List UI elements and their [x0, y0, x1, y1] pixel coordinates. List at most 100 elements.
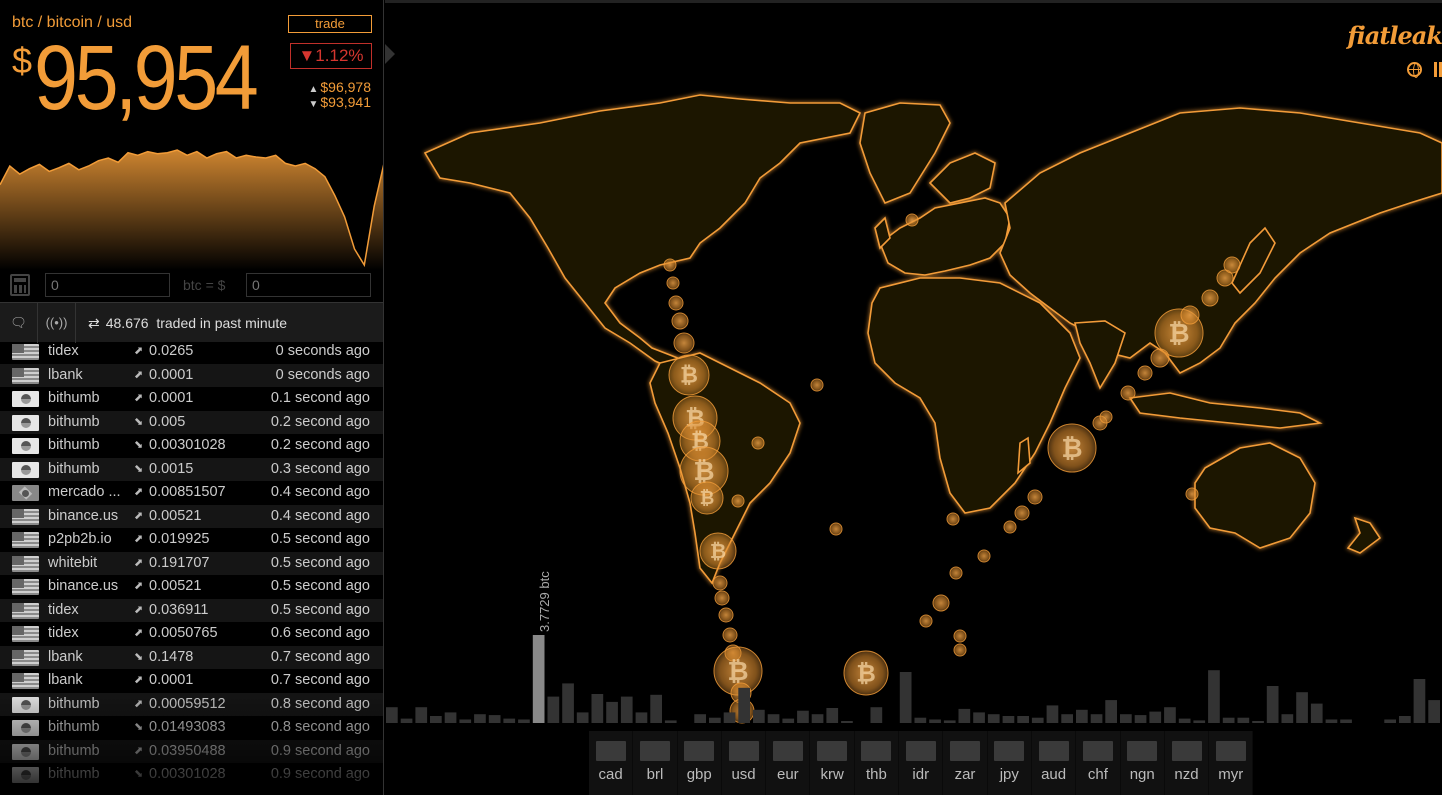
bitcoin-icon: ₿	[700, 488, 715, 509]
trade-time: 0.5 second ago	[270, 601, 370, 618]
swap-arrows-icon: ⇄	[88, 315, 100, 331]
flag-eur-icon	[772, 741, 803, 761]
globe-icon[interactable]	[1407, 62, 1422, 78]
trade-bubble	[919, 614, 933, 628]
flag-cad-icon	[595, 741, 626, 761]
exchange-name: lbank	[48, 648, 83, 665]
trade-amount: 0.0265	[149, 343, 194, 359]
currency-chf[interactable]: chf	[1076, 731, 1121, 795]
volume-bar	[870, 707, 883, 723]
btc-amount-input[interactable]	[45, 273, 170, 297]
volume-bar	[400, 718, 413, 723]
trade-bubble	[731, 494, 745, 508]
flag-aud-icon	[1038, 741, 1069, 761]
trade-amount: 0.01493083	[149, 719, 226, 735]
currency-nzd[interactable]: nzd	[1165, 731, 1210, 795]
volume-bar	[1031, 717, 1044, 723]
flag-ngn-icon	[1127, 741, 1158, 761]
volume-bar	[1296, 692, 1308, 723]
arrow-up-right-icon: ⬈	[134, 556, 144, 569]
currency-code: jpy	[999, 766, 1019, 783]
trade-time: 0.7 second ago	[270, 648, 370, 665]
currency-ngn[interactable]: ngn	[1121, 731, 1165, 795]
trade-button[interactable]: trade	[288, 15, 372, 33]
trade-amount: 0.005	[149, 413, 186, 430]
exchange-name: whitebit	[48, 554, 98, 571]
down-triangle-icon: ▼	[308, 99, 319, 110]
price-display: 95,954	[34, 27, 259, 129]
trade-bubble	[1185, 487, 1199, 501]
flag-idr-icon	[905, 741, 936, 761]
continents	[423, 94, 1442, 585]
ticker-panel: btc / bitcoin / usd trade $ 95,954 ▼1.12…	[0, 0, 384, 795]
currency-selector: cad brl gbp usd eur krw thb idr zar jpy aud chf ngn n…	[589, 731, 1254, 795]
trade-bubble	[722, 627, 738, 643]
trade-time: 0.3 second ago	[270, 460, 370, 477]
currency-usd[interactable]: usd	[722, 731, 767, 795]
live-feed-tab[interactable]: ((•))	[38, 303, 76, 343]
broadcast-icon: ((•))	[45, 315, 68, 330]
chat-tab[interactable]: 🗨	[0, 303, 38, 343]
trade-row: bithumb ⬈ 0.0001 0.1 second ago	[0, 387, 383, 411]
volume-bar	[1428, 700, 1440, 723]
exchange-name: tidex	[48, 343, 79, 359]
usd-amount-input[interactable]	[246, 273, 371, 297]
trade-amount: 0.00301028	[149, 437, 226, 453]
exchange-name: bithumb	[48, 742, 100, 759]
calculator-icon[interactable]	[10, 274, 30, 296]
currency-zar[interactable]: zar	[943, 731, 988, 795]
volume-bar	[709, 717, 721, 723]
fiatleak-logo[interactable]: fiatleak	[1347, 21, 1442, 50]
pause-icon[interactable]	[1434, 62, 1442, 77]
trade-amount: 0.0001	[149, 366, 194, 383]
currency-code: zar	[954, 766, 976, 783]
world-map: ₿₿₿₿₿₿₿₿₿₿	[386, 94, 1442, 724]
currency-jpy[interactable]: jpy	[988, 731, 1032, 795]
currency-krw[interactable]: krw	[810, 731, 855, 795]
scandinavia	[928, 152, 996, 204]
flag-kr-icon	[12, 438, 39, 454]
exchange-name: bithumb	[48, 437, 100, 453]
volume-bar	[738, 687, 750, 723]
currency-cad[interactable]: cad	[589, 731, 634, 795]
flag-us-icon	[12, 367, 39, 384]
volume-bar	[415, 707, 428, 723]
currency-gbp[interactable]: gbp	[678, 731, 722, 795]
price-sparkline	[0, 149, 383, 270]
day-high-value: $96,978	[320, 79, 371, 95]
flag-us-icon	[12, 344, 39, 360]
converter-label: btc = $	[183, 277, 226, 293]
trade-bubble	[829, 522, 843, 536]
currency-thb[interactable]: thb	[855, 731, 900, 795]
volume-bar	[1178, 718, 1191, 723]
trade-row: lbank ⬈ 0.0001 0.7 second ago	[0, 669, 383, 693]
exchange-name: bithumb	[48, 460, 100, 477]
flag-kr-icon	[12, 720, 39, 736]
indonesia	[1128, 392, 1323, 429]
volume-bar	[694, 714, 706, 723]
trade-amount: 0.00521	[149, 507, 202, 524]
trade-row: tidex ⬈ 0.0050765 0.6 second ago	[0, 622, 383, 646]
flag-brl-icon	[639, 741, 670, 761]
volume-bar	[430, 716, 442, 723]
currency-aud[interactable]: aud	[1032, 731, 1077, 795]
exchange-name: mercado ...	[48, 484, 121, 500]
currency-code: krw	[820, 766, 844, 783]
flag-krw-icon	[817, 741, 848, 761]
currency-idr[interactable]: idr	[899, 731, 944, 795]
trade-row: bithumb ⬊ 0.0015 0.3 second ago	[0, 457, 383, 481]
world-map-panel: ₿ ₿ ₿ ₿ ₿ ₿ ₿ ₿ ₿ ₿ fiatleak	[385, 0, 1442, 795]
exchange-name: tidex	[48, 625, 79, 641]
day-low: ▼ $93,941	[308, 94, 371, 110]
currency-myr[interactable]: myr	[1209, 731, 1254, 795]
volume-bar	[973, 712, 985, 723]
currency-brl[interactable]: brl	[633, 731, 678, 795]
flag-chf-icon	[1082, 741, 1113, 761]
exchange-name: lbank	[48, 672, 83, 688]
exchange-name: bithumb	[48, 413, 100, 430]
currency-eur[interactable]: eur	[766, 731, 811, 795]
trade-row: lbank ⬊ 0.1478 0.7 second ago	[0, 645, 383, 669]
volume-bar	[1134, 715, 1147, 723]
minute-volume-value: 48.676	[105, 315, 149, 331]
trade-bubble	[668, 295, 684, 311]
